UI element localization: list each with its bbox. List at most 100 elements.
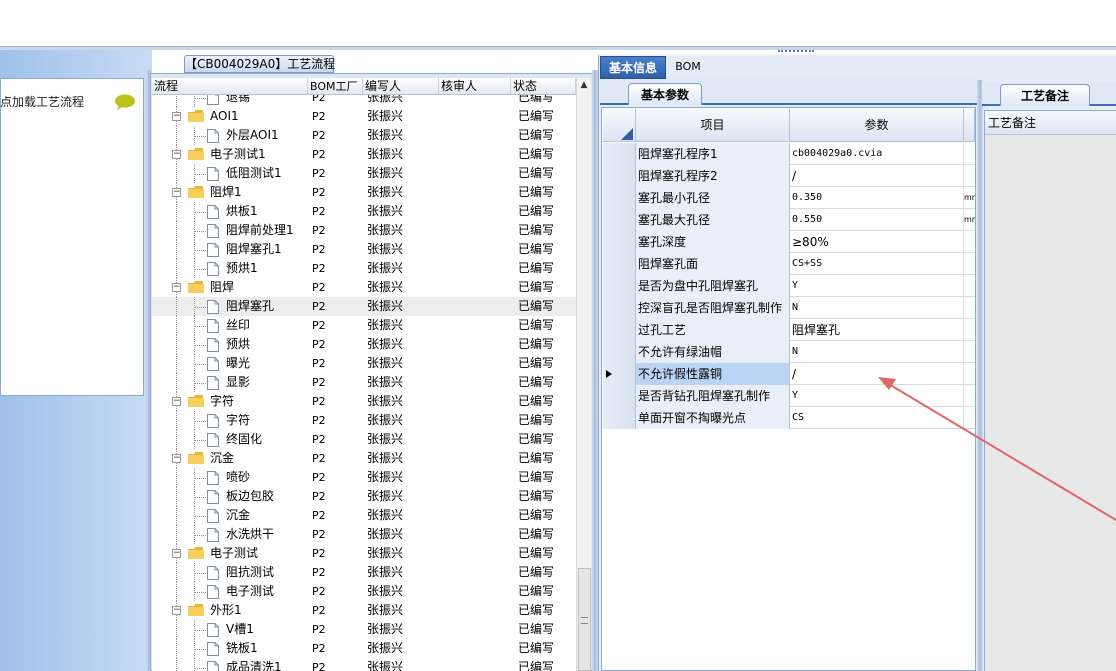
col-header-process[interactable]: 流程 <box>152 78 308 95</box>
param-value[interactable]: 0.350 <box>790 187 964 209</box>
row-indicator[interactable] <box>603 143 636 165</box>
tree-row[interactable]: 阻焊塞孔 P2 张振兴 已编写 <box>152 297 576 316</box>
collapse-toggle-icon[interactable]: − <box>172 283 181 292</box>
tree-row[interactable]: 阻焊前处理1 P2 张振兴 已编写 <box>152 221 576 240</box>
row-indicator[interactable] <box>603 187 636 209</box>
row-indicator[interactable] <box>603 341 636 363</box>
process-name: 外形1 <box>210 603 242 617</box>
writer: 张振兴 <box>367 223 404 237</box>
grid-header-value[interactable]: 参数 <box>790 109 964 142</box>
chat-bubble-icon[interactable] <box>114 94 136 110</box>
notes-header: 工艺备注 <box>985 111 1116 135</box>
param-row[interactable]: 是否为盘中孔阻焊塞孔 Y <box>603 275 975 297</box>
status: 已编写 <box>518 394 555 408</box>
param-value[interactable]: CS+SS <box>790 253 964 275</box>
tree-guide-line <box>176 335 177 354</box>
param-value[interactable]: cb004029a0.cvia <box>790 143 964 165</box>
tree-branch-line <box>194 136 206 137</box>
collapse-toggle-icon[interactable]: − <box>172 150 181 159</box>
status: 已编写 <box>518 565 555 579</box>
tree-row[interactable]: − 阻焊1 P2 张振兴 已编写 <box>152 183 576 202</box>
tree-row[interactable]: 显影 P2 张振兴 已编写 <box>152 373 576 392</box>
row-indicator[interactable] <box>603 275 636 297</box>
tree-row[interactable]: 字符 P2 张振兴 已编写 <box>152 411 576 430</box>
tree-row[interactable]: 预烘 P2 张振兴 已编写 <box>152 335 576 354</box>
col-header-reviewer[interactable]: 核审人 <box>439 78 511 95</box>
tree-row[interactable]: 低阻测试1 P2 张振兴 已编写 <box>152 164 576 183</box>
tab-basic-info[interactable]: 基本信息 <box>600 56 666 79</box>
tree-row[interactable]: − 外形1 P2 张振兴 已编写 <box>152 601 576 620</box>
tree-row[interactable]: 外层AOI1 P2 张振兴 已编写 <box>152 126 576 145</box>
collapse-toggle-icon[interactable]: − <box>172 397 181 406</box>
scroll-up-arrow-icon[interactable]: ▲ <box>579 80 589 90</box>
col-header-bom-factory[interactable]: BOM工厂 <box>308 78 363 95</box>
tree-row[interactable]: 成品清洗1 P2 张振兴 已编写 <box>152 658 576 671</box>
param-row[interactable]: 塞孔最大孔径0.550mm <box>603 209 975 231</box>
tree-row[interactable]: − 电子测试 P2 张振兴 已编写 <box>152 544 576 563</box>
tree-row[interactable]: V槽1 P2 张振兴 已编写 <box>152 620 576 639</box>
tree-row[interactable]: 阻抗测试 P2 张振兴 已编写 <box>152 563 576 582</box>
collapse-toggle-icon[interactable]: − <box>172 606 181 615</box>
param-row[interactable]: 不允许有绿油帽 N <box>603 341 975 363</box>
col-header-writer[interactable]: 编写人 <box>363 78 439 95</box>
param-row[interactable]: 控深盲孔是否阻焊塞孔制作 N <box>603 297 975 319</box>
tree-row[interactable]: − 电子测试1 P2 张振兴 已编写 <box>152 145 576 164</box>
scroll-thumb[interactable] <box>578 568 591 671</box>
param-value[interactable]: N <box>790 341 964 363</box>
tree-row[interactable]: 喷砂 P2 张振兴 已编写 <box>152 468 576 487</box>
param-row[interactable]: 塞孔深度 ≥80% <box>603 231 975 253</box>
row-indicator[interactable] <box>603 385 636 407</box>
tree-row[interactable]: 水洗烘干 P2 张振兴 已编写 <box>152 525 576 544</box>
tree-row[interactable]: − 阻焊 P2 张振兴 已编写 <box>152 278 576 297</box>
row-indicator[interactable] <box>603 363 636 385</box>
collapse-toggle-icon[interactable]: − <box>172 549 181 558</box>
row-indicator[interactable] <box>603 297 636 319</box>
tree-row[interactable]: − 字符 P2 张振兴 已编写 <box>152 392 576 411</box>
row-indicator[interactable] <box>603 407 636 429</box>
row-indicator[interactable] <box>603 165 636 187</box>
tree-row[interactable]: 阻焊塞孔1 P2 张振兴 已编写 <box>152 240 576 259</box>
param-row[interactable]: 阻焊塞孔面 CS+SS <box>603 253 975 275</box>
param-value[interactable]: 0.550 <box>790 209 964 231</box>
tree-row[interactable]: − AOI1 P2 张振兴 已编写 <box>152 107 576 126</box>
param-value[interactable]: / <box>790 165 964 187</box>
row-indicator[interactable] <box>603 319 636 341</box>
collapse-toggle-icon[interactable]: − <box>172 112 181 121</box>
param-value[interactable]: Y <box>790 275 964 297</box>
tab-basic-params[interactable]: 基本参数 <box>628 83 702 105</box>
bom-factory: P2 <box>312 167 326 180</box>
param-value[interactable]: 阻焊塞孔 <box>790 319 964 341</box>
tree-row[interactable]: 沉金 P2 张振兴 已编写 <box>152 506 576 525</box>
tree-branch-line <box>194 364 206 365</box>
tree-row[interactable]: − 沉金 P2 张振兴 已编写 <box>152 449 576 468</box>
param-row[interactable]: 阻焊塞孔程序1 cb004029a0.cvia <box>603 143 975 165</box>
tab-bom[interactable]: BOM <box>668 56 708 79</box>
bom-factory: P2 <box>312 433 326 446</box>
tree-row[interactable]: 退锡 P2 张振兴 已编写 <box>152 95 576 107</box>
process-name: 字符 <box>226 413 251 427</box>
tree-row[interactable]: 电子测试 P2 张振兴 已编写 <box>152 582 576 601</box>
row-indicator[interactable] <box>603 231 636 253</box>
collapse-toggle-icon[interactable]: − <box>172 454 181 463</box>
process-name: 阻焊塞孔 <box>226 299 275 313</box>
param-value[interactable]: N <box>790 297 964 319</box>
param-row[interactable]: 阻焊塞孔程序2/ <box>603 165 975 187</box>
param-row[interactable]: 塞孔最小孔径0.350mm <box>603 187 975 209</box>
param-item: 控深盲孔是否阻焊塞孔制作 <box>636 297 790 319</box>
grid-header-item[interactable]: 项目 <box>636 109 790 142</box>
tree-row[interactable]: 丝印 P2 张振兴 已编写 <box>152 316 576 335</box>
col-header-status[interactable]: 状态 <box>511 78 576 95</box>
tree-row[interactable]: 曝光 P2 张振兴 已编写 <box>152 354 576 373</box>
param-row[interactable]: 过孔工艺 阻焊塞孔 <box>603 319 975 341</box>
tree-row[interactable]: 终固化 P2 张振兴 已编写 <box>152 430 576 449</box>
param-value[interactable]: ≥80% <box>790 231 964 253</box>
tree-row[interactable]: 铣板1 P2 张振兴 已编写 <box>152 639 576 658</box>
process-tree-scrollbar[interactable]: ▲ <box>576 78 591 671</box>
tab-process-notes[interactable]: 工艺备注 <box>1000 84 1090 106</box>
tree-row[interactable]: 预烘1 P2 张振兴 已编写 <box>152 259 576 278</box>
row-indicator[interactable] <box>603 253 636 275</box>
collapse-toggle-icon[interactable]: − <box>172 188 181 197</box>
tree-row[interactable]: 烘板1 P2 张振兴 已编写 <box>152 202 576 221</box>
row-indicator[interactable] <box>603 209 636 231</box>
tree-row[interactable]: 板边包胶 P2 张振兴 已编写 <box>152 487 576 506</box>
